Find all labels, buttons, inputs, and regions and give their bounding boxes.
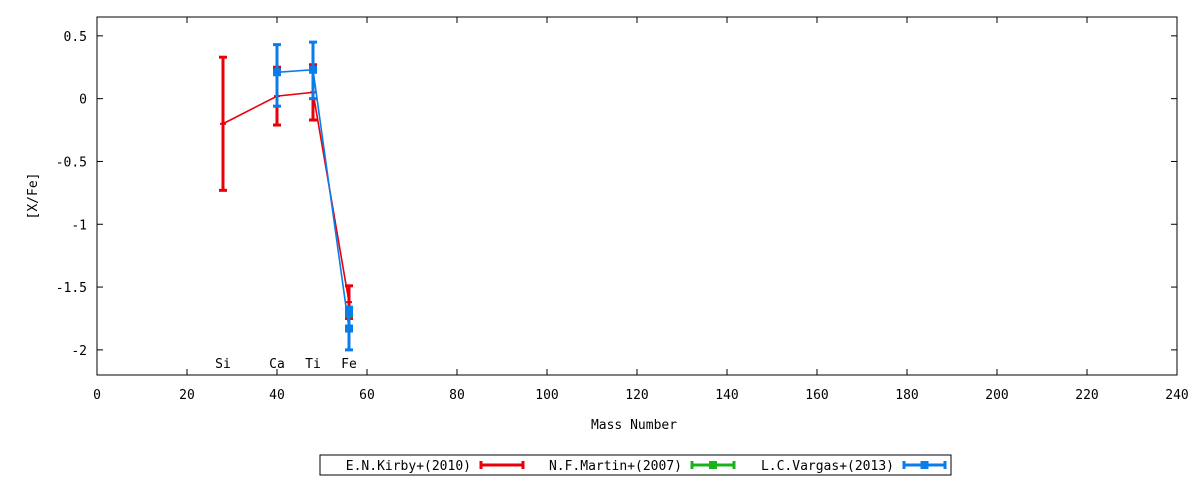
y-axis-label: [X/Fe]: [26, 173, 41, 220]
element-label: Ca: [269, 357, 285, 372]
series: [273, 40, 353, 352]
legend-swatch-marker: [709, 461, 717, 469]
abundance-chart: 0 20 40 60 80 100 120 140 160 180 200 220 240 0.5 0 -0…: [26, 16, 1189, 476]
x-tick-label: 100: [535, 388, 558, 403]
y-tick-label: -2: [71, 344, 87, 359]
x-axis: 0 20 40 60 80 100 120 140 160 180 200 220 240: [93, 17, 1189, 403]
legend-label: N.F.Martin+(2007): [549, 459, 682, 474]
legend-label: L.C.Vargas+(2013): [761, 459, 894, 474]
series: [219, 55, 353, 320]
data-point: [345, 308, 353, 317]
x-tick-label: 60: [359, 388, 375, 403]
x-tick-label: 20: [179, 388, 195, 403]
element-label: Fe: [341, 357, 357, 372]
x-tick-label: 240: [1165, 388, 1188, 403]
data-point: [345, 324, 353, 333]
element-label: Ti: [305, 357, 321, 372]
y-tick-label: -1.5: [56, 281, 87, 296]
element-labels: Si Ca Ti Fe: [215, 357, 357, 372]
x-tick-label: 120: [625, 388, 648, 403]
y-tick-label: 0: [79, 93, 87, 108]
y-tick-label: 0.5: [64, 30, 87, 45]
x-tick-label: 0: [93, 388, 101, 403]
legend-swatch-marker: [920, 461, 929, 469]
x-tick-label: 160: [805, 388, 828, 403]
x-axis-label: Mass Number: [591, 418, 677, 433]
data-point: [273, 68, 281, 77]
x-tick-label: 140: [715, 388, 738, 403]
element-label: Si: [215, 357, 231, 372]
y-tick-label: -0.5: [56, 155, 87, 170]
x-tick-label: 200: [985, 388, 1008, 403]
x-tick-label: 220: [1075, 388, 1098, 403]
legend: E.N.Kirby+(2010) N.F.Martin+(2007) L.C.Var…: [319, 454, 952, 476]
plot-frame: [96, 16, 1178, 376]
x-tick-label: 80: [449, 388, 465, 403]
data-point: [309, 65, 317, 74]
y-tick-label: -1: [71, 218, 87, 233]
x-tick-label: 180: [895, 388, 918, 403]
x-tick-label: 40: [269, 388, 285, 403]
plot-area: [219, 40, 353, 352]
legend-label: E.N.Kirby+(2010): [346, 459, 471, 474]
